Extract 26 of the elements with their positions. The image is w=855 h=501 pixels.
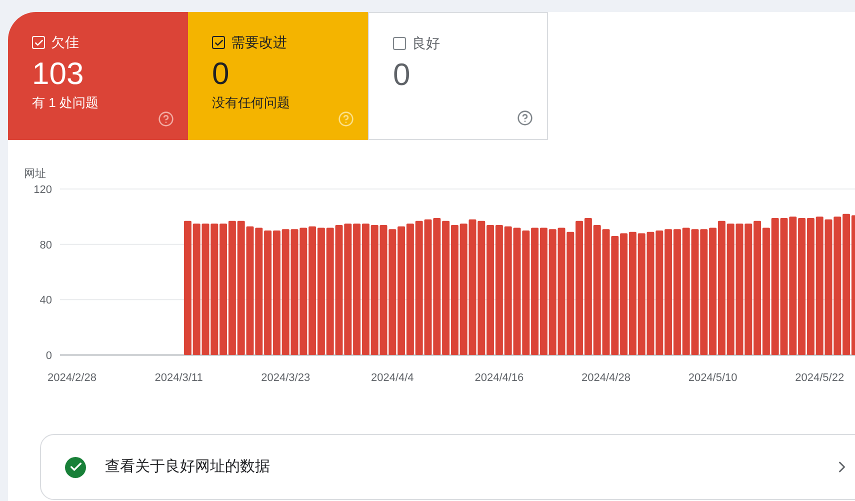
card-label: 需要改进: [231, 33, 287, 52]
card-label: 良好: [412, 34, 440, 53]
card-description: 有 1 处问题: [32, 94, 100, 112]
x-tick-label: 2024/3/11: [154, 372, 203, 384]
y-tick-label: 80: [40, 239, 52, 252]
y-tick-label: 120: [34, 184, 52, 196]
x-tick-label: 2024/5/10: [688, 372, 738, 384]
card-count: 0: [212, 55, 230, 93]
x-tick-label: 2024/4/4: [370, 372, 414, 384]
y-axis-label: 网址: [24, 168, 46, 180]
link-label: 查看关于良好网址的数据: [105, 456, 270, 477]
good-urls-link[interactable]: 查看关于良好网址的数据: [40, 434, 855, 500]
card-label: 欠佳: [51, 33, 79, 52]
x-tick-label: 2024/2/28: [48, 372, 96, 384]
card-count: 0: [393, 56, 412, 94]
card-count: 103: [32, 55, 85, 93]
x-tick-label: 2024/5/22: [795, 372, 844, 384]
y-tick-label: 40: [40, 294, 52, 307]
card-description: 没有任何问题: [212, 94, 291, 112]
x-tick-label: 2024/4/28: [582, 372, 630, 384]
x-tick-label: 2024/3/23: [261, 372, 310, 384]
y-tick-label: 0: [46, 350, 52, 362]
summary-card[interactable]: 欠佳 103 有 1 处问题: [8, 12, 188, 140]
x-tick-label: 2024/4/16: [474, 372, 524, 384]
summary-card[interactable]: 良好 0: [368, 12, 548, 140]
summary-card[interactable]: 需要改进 0 没有任何问题: [188, 12, 368, 140]
